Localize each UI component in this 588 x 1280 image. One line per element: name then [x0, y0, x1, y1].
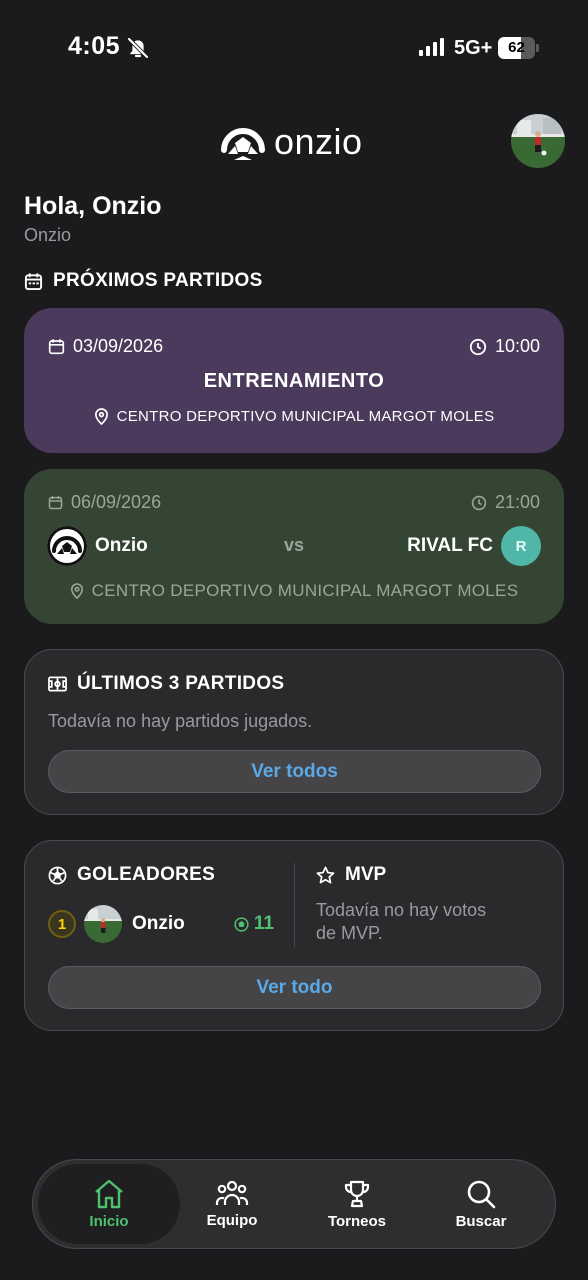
section-upcoming-label: PRÓXIMOS PARTIDOS [53, 270, 263, 291]
tab-buscar[interactable]: Buscar [422, 1164, 540, 1244]
view-all-matches-button[interactable]: Ver todos [48, 750, 541, 793]
tab-label: Torneos [327, 1212, 387, 1230]
clock-icon [469, 338, 487, 355]
scorer-row[interactable]: 1 Onzio 11 [48, 903, 274, 945]
player-name: Onzio [132, 913, 185, 934]
scorers-header: GOLEADORES [48, 864, 215, 886]
training-location-row: CENTRO DEPORTIVO MUNICIPAL MARGOT MOLES [24, 408, 564, 425]
tab-inicio[interactable]: Inicio [38, 1164, 180, 1244]
away-team-badge: R [501, 526, 541, 566]
battery-icon: 62 [498, 37, 540, 59]
last-matches-card: ÚLTIMOS 3 PARTIDOS Todavía no hay partid… [24, 649, 564, 815]
scorers-title: GOLEADORES [77, 864, 216, 885]
trophy-icon [344, 1180, 370, 1207]
match-location: CENTRO DEPORTIVO MUNICIPAL MARGOT MOLES [91, 581, 519, 600]
clock-icon [471, 495, 487, 510]
player-avatar [84, 905, 122, 943]
training-title: ENTRENAMIENTO [203, 370, 385, 392]
mvp-empty-line2: de MVP. [316, 923, 383, 943]
match-date: 06/09/2026 [71, 492, 162, 512]
greeting-title: Hola, Onzio [24, 192, 162, 220]
battery-level: 62 [508, 39, 525, 56]
player-goals: 11 [234, 913, 274, 935]
column-divider [294, 863, 295, 947]
ball-logo-icon [221, 128, 265, 160]
away-team-name: RIVAL FC [407, 535, 493, 556]
last-matches-header: ÚLTIMOS 3 PARTIDOS [48, 673, 284, 695]
app-logo: onzio [220, 120, 363, 164]
training-time: 10:00 [494, 336, 540, 356]
mvp-empty-line1: Todavía no hay votos [316, 900, 487, 920]
mvp-empty: Todavía no hay votos de MVP. [316, 899, 486, 945]
training-date-row: 03/09/2026 [48, 336, 163, 357]
app-name: onzio [274, 121, 363, 162]
network-type: 5G+ [454, 37, 493, 59]
match-card[interactable]: 06/09/2026 21:00 Onzio vs RIVAL FC R CEN… [24, 469, 564, 624]
player-goal-count: 11 [253, 913, 274, 934]
match-time: 21:00 [494, 492, 540, 512]
tab-label: Buscar [455, 1212, 507, 1230]
last-matches-title: ÚLTIMOS 3 PARTIDOS [77, 673, 285, 694]
calendar-icon [48, 496, 63, 510]
status-time: 4:05 [68, 32, 121, 60]
scorers-card: GOLEADORES 1 Onzio 11 MVP Todavía no hay… [24, 840, 564, 1031]
bottom-tab-bar: Inicio Equipo Torneos Buscar [32, 1159, 556, 1249]
profile-avatar[interactable] [511, 114, 565, 168]
match-time-row: 21:00 [471, 492, 540, 513]
soccer-ball-icon [48, 866, 67, 884]
search-icon [467, 1180, 496, 1208]
mvp-title: MVP [345, 864, 387, 885]
training-card[interactable]: 03/09/2026 10:00 ENTRENAMIENTO CENTRO DE… [24, 308, 564, 453]
signal-icon [419, 38, 444, 56]
pitch-icon [48, 676, 67, 692]
tab-equipo[interactable]: Equipo [173, 1164, 291, 1244]
away-team: RIVAL FC R [407, 526, 541, 566]
section-upcoming-title: PRÓXIMOS PARTIDOS [24, 270, 263, 292]
location-pin-icon [94, 408, 108, 425]
training-time-row: 10:00 [469, 336, 540, 357]
soccer-ball-icon [234, 916, 249, 932]
team-icon [215, 1180, 249, 1205]
mvp-header: MVP [316, 864, 386, 886]
training-date: 03/09/2026 [73, 336, 164, 356]
rank-badge: 1 [48, 910, 76, 938]
star-icon [316, 866, 335, 883]
training-location: CENTRO DEPORTIVO MUNICIPAL MARGOT MOLES [116, 408, 495, 425]
calendar-icon [24, 272, 43, 290]
tab-label: Inicio [89, 1212, 129, 1230]
calendar-icon [48, 339, 65, 355]
tab-label: Equipo [206, 1211, 258, 1229]
home-icon [95, 1179, 123, 1208]
view-all-scorers-button[interactable]: Ver todo [48, 966, 541, 1009]
greeting-subtitle: Onzio [24, 225, 72, 245]
location-pin-icon [70, 583, 83, 599]
last-matches-empty: Todavía no hay partidos jugados. [48, 711, 313, 731]
match-location-row: CENTRO DEPORTIVO MUNICIPAL MARGOT MOLES [24, 581, 564, 601]
match-date-row: 06/09/2026 [48, 492, 161, 513]
tab-torneos[interactable]: Torneos [298, 1164, 416, 1244]
bell-muted-icon [127, 37, 149, 59]
